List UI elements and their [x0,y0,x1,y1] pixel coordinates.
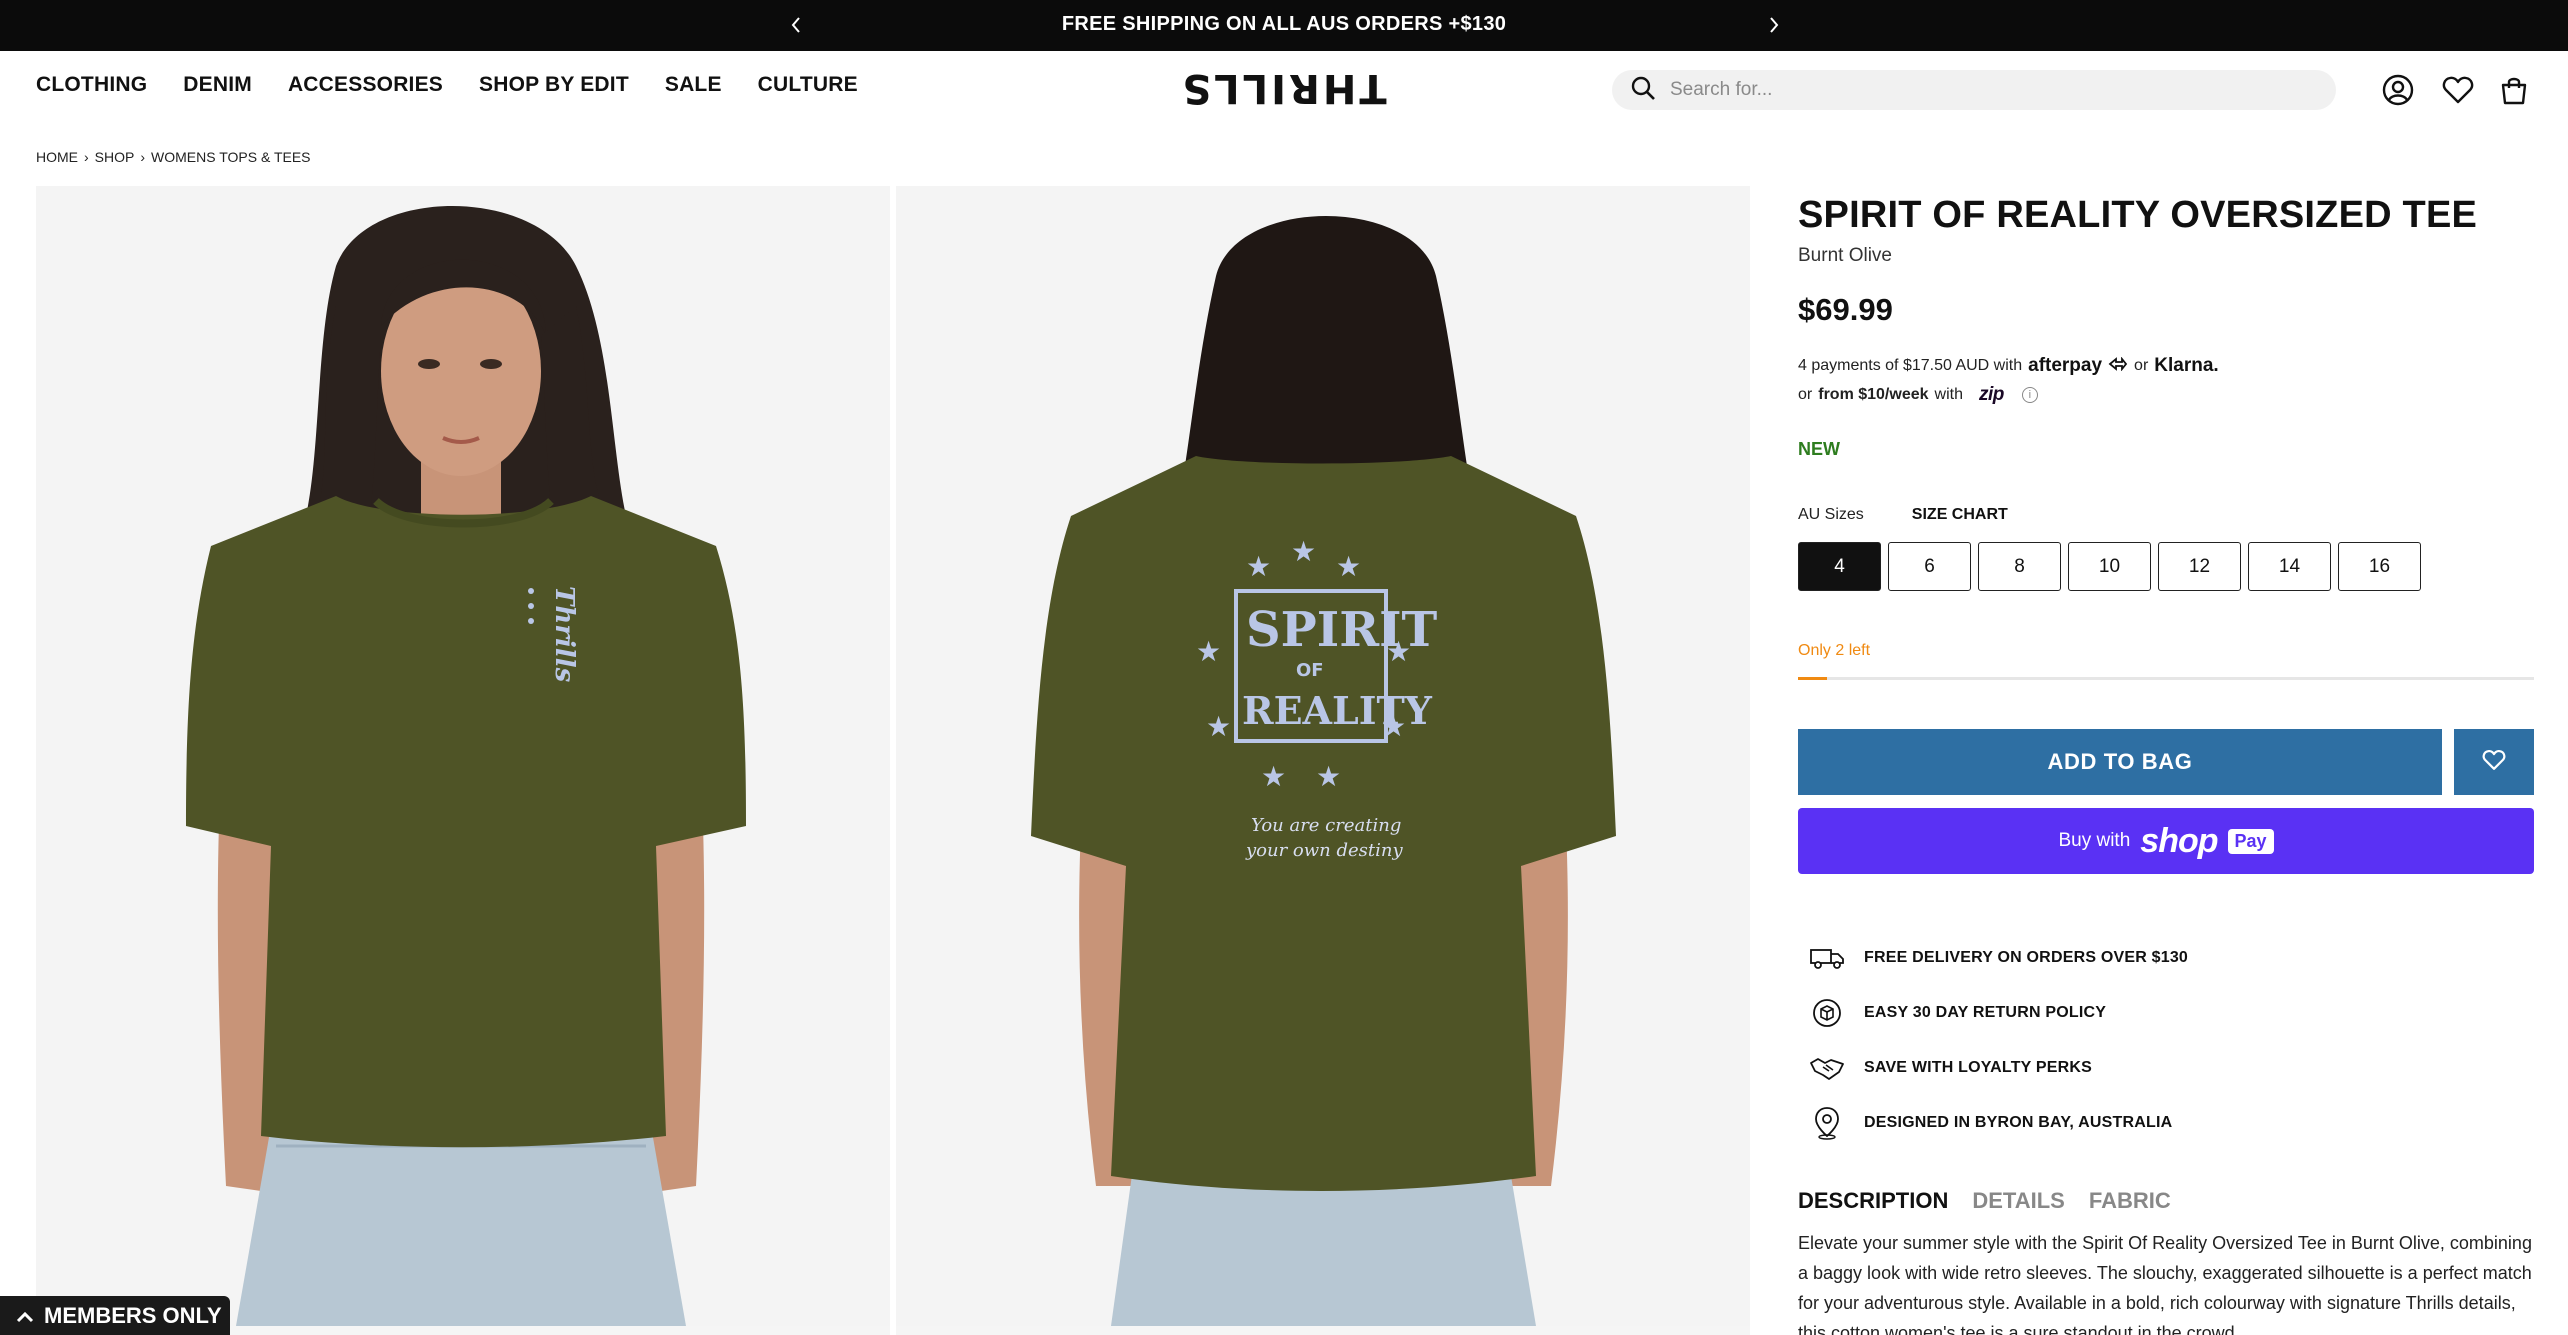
members-only-label: MEMBERS ONLY [44,1302,222,1328]
bag-icon[interactable] [2496,72,2532,108]
new-badge: NEW [1798,439,1840,459]
product-colour: Burnt Olive [1798,245,1892,266]
size-option-6[interactable]: 6 [1888,542,1971,591]
perk-loyalty: SAVE WITH LOYALTY PERKS [1808,1040,2188,1095]
breadcrumb-separator: › [84,149,89,165]
shop-pay-button[interactable]: Buy with shop Pay [1798,808,2534,874]
nav-culture[interactable]: CULTURE [758,73,858,97]
klarna-logo[interactable]: Klarna. [2154,355,2218,377]
brand-logo[interactable]: THRILLS [1179,64,1386,112]
perk-designed-text: DESIGNED IN BYRON BAY, AUSTRALIA [1864,1113,2173,1131]
size-selector: 4 6 8 10 12 14 16 [1798,542,2421,591]
returns-box-icon [1808,994,1846,1032]
sizes-header: AU Sizes SIZE CHART [1798,506,2008,524]
nav-accessories[interactable]: ACCESSORIES [288,73,443,97]
perk-loyalty-text: SAVE WITH LOYALTY PERKS [1864,1058,2093,1076]
size-option-12[interactable]: 12 [2158,542,2241,591]
size-option-14[interactable]: 14 [2248,542,2331,591]
afterpay-icon [2108,355,2128,376]
back-print-line3: REALITY [1242,688,1433,733]
perk-returns: EASY 30 DAY RETURN POLICY [1808,985,2188,1040]
stock-bar [1798,677,2534,680]
tab-description[interactable]: DESCRIPTION [1798,1188,1948,1214]
payments-text: 4 payments of $17.50 AUD with [1798,357,2023,374]
nav-shop-by-edit[interactable]: SHOP BY EDIT [479,73,629,97]
shop-pay-prefix: Buy with [2058,830,2131,851]
announcement-bar: FREE SHIPPING ON ALL AUS ORDERS +$130 [0,0,2568,51]
search-icon[interactable] [1630,75,1656,106]
svg-text:★: ★ [1206,711,1231,742]
stock-status: Only 2 left [1798,642,1871,659]
add-to-wishlist-button[interactable] [2454,729,2534,795]
zip-amount: from $10/week [1818,386,1929,403]
main-nav: CLOTHING DENIM ACCESSORIES SHOP BY EDIT … [36,73,894,97]
payments-or: or [2134,357,2149,374]
search-bar[interactable] [1612,70,2336,110]
wishlist-icon[interactable] [2440,72,2476,108]
tab-fabric[interactable]: FABRIC [2089,1188,2171,1214]
product-tabs: DESCRIPTION DETAILS FABRIC [1798,1188,2171,1214]
sizes-label: AU Sizes [1798,506,1864,523]
account-icon[interactable] [2380,72,2416,108]
zip-with: with [1934,386,1963,403]
product-title: SPIRIT OF REALITY OVERSIZED TEE [1798,194,2478,236]
delivery-truck-icon [1808,939,1846,977]
perks-list: FREE DELIVERY ON ORDERS OVER $130 EASY 3… [1808,930,2188,1150]
product-image-back[interactable]: ★ ★ ★ ★ ★ ★ ★ ★ ★ SPIRIT OF REALITY You … [896,186,1750,1326]
perk-designed: DESIGNED IN BYRON BAY, AUSTRALIA [1808,1095,2188,1150]
size-option-4[interactable]: 4 [1798,542,1881,591]
svg-text:★: ★ [1261,761,1286,792]
stock-bar-fill [1798,677,1828,680]
tab-details[interactable]: DETAILS [1972,1188,2064,1214]
svg-text:★: ★ [1336,551,1361,582]
breadcrumb-category[interactable]: WOMENS TOPS & TEES [151,149,310,165]
perk-delivery: FREE DELIVERY ON ORDERS OVER $130 [1808,930,2188,985]
perk-returns-text: EASY 30 DAY RETURN POLICY [1864,1003,2107,1021]
add-to-bag-button[interactable]: ADD TO BAG [1798,729,2442,795]
back-print-line1: SPIRIT [1246,602,1438,658]
size-option-10[interactable]: 10 [2068,542,2151,591]
shop-pay-badge: Pay [2227,828,2274,854]
back-print-tagline2: your own destiny [1245,840,1403,861]
front-print-text: Thrills [549,586,579,683]
perk-delivery-text: FREE DELIVERY ON ORDERS OVER $130 [1864,948,2189,966]
size-option-16[interactable]: 16 [2338,542,2421,591]
announcement-text: FREE SHIPPING ON ALL AUS ORDERS +$130 [1061,13,1507,35]
svg-text:★: ★ [1316,761,1341,792]
shop-pay-logo: shop [2140,821,2218,860]
product-description: Elevate your summer style with the Spiri… [1798,1233,2532,1335]
afterpay-klarna-line: 4 payments of $17.50 AUD with afterpay o… [1798,355,2219,377]
zip-logo[interactable]: zip [1979,384,2004,406]
nav-denim[interactable]: DENIM [183,73,252,97]
afterpay-logo[interactable]: afterpay [2028,355,2102,377]
breadcrumb-home[interactable]: HOME [36,149,78,165]
svg-text:★: ★ [1291,536,1316,567]
breadcrumb-shop[interactable]: SHOP [95,149,135,165]
product-price: $69.99 [1798,292,1893,327]
nav-clothing[interactable]: CLOTHING [36,73,147,97]
breadcrumb: HOME › SHOP › WOMENS TOPS & TEES [36,149,311,165]
chevron-right-icon[interactable] [1759,10,1789,40]
chevron-up-icon [16,1303,34,1329]
nav-sale[interactable]: SALE [665,73,722,97]
svg-text:★: ★ [1196,636,1221,667]
location-pin-icon [1808,1104,1846,1142]
info-icon[interactable]: i [2021,387,2038,403]
svg-text:★: ★ [1246,551,1271,582]
back-print-line2: OF [1296,660,1324,681]
size-option-8[interactable]: 8 [1978,542,2061,591]
size-chart-link[interactable]: SIZE CHART [1912,506,2008,524]
breadcrumb-separator: › [140,149,146,165]
handshake-icon [1808,1049,1846,1087]
zip-or: or [1798,386,1813,403]
back-print-tagline1: You are creating [1251,815,1401,836]
search-input[interactable] [1670,79,2310,101]
product-image-front[interactable]: Thrills [36,186,890,1326]
zip-line: or from $10/week with zip i [1798,384,2038,406]
members-only-button[interactable]: MEMBERS ONLY [0,1296,230,1335]
heart-icon [2482,749,2506,776]
